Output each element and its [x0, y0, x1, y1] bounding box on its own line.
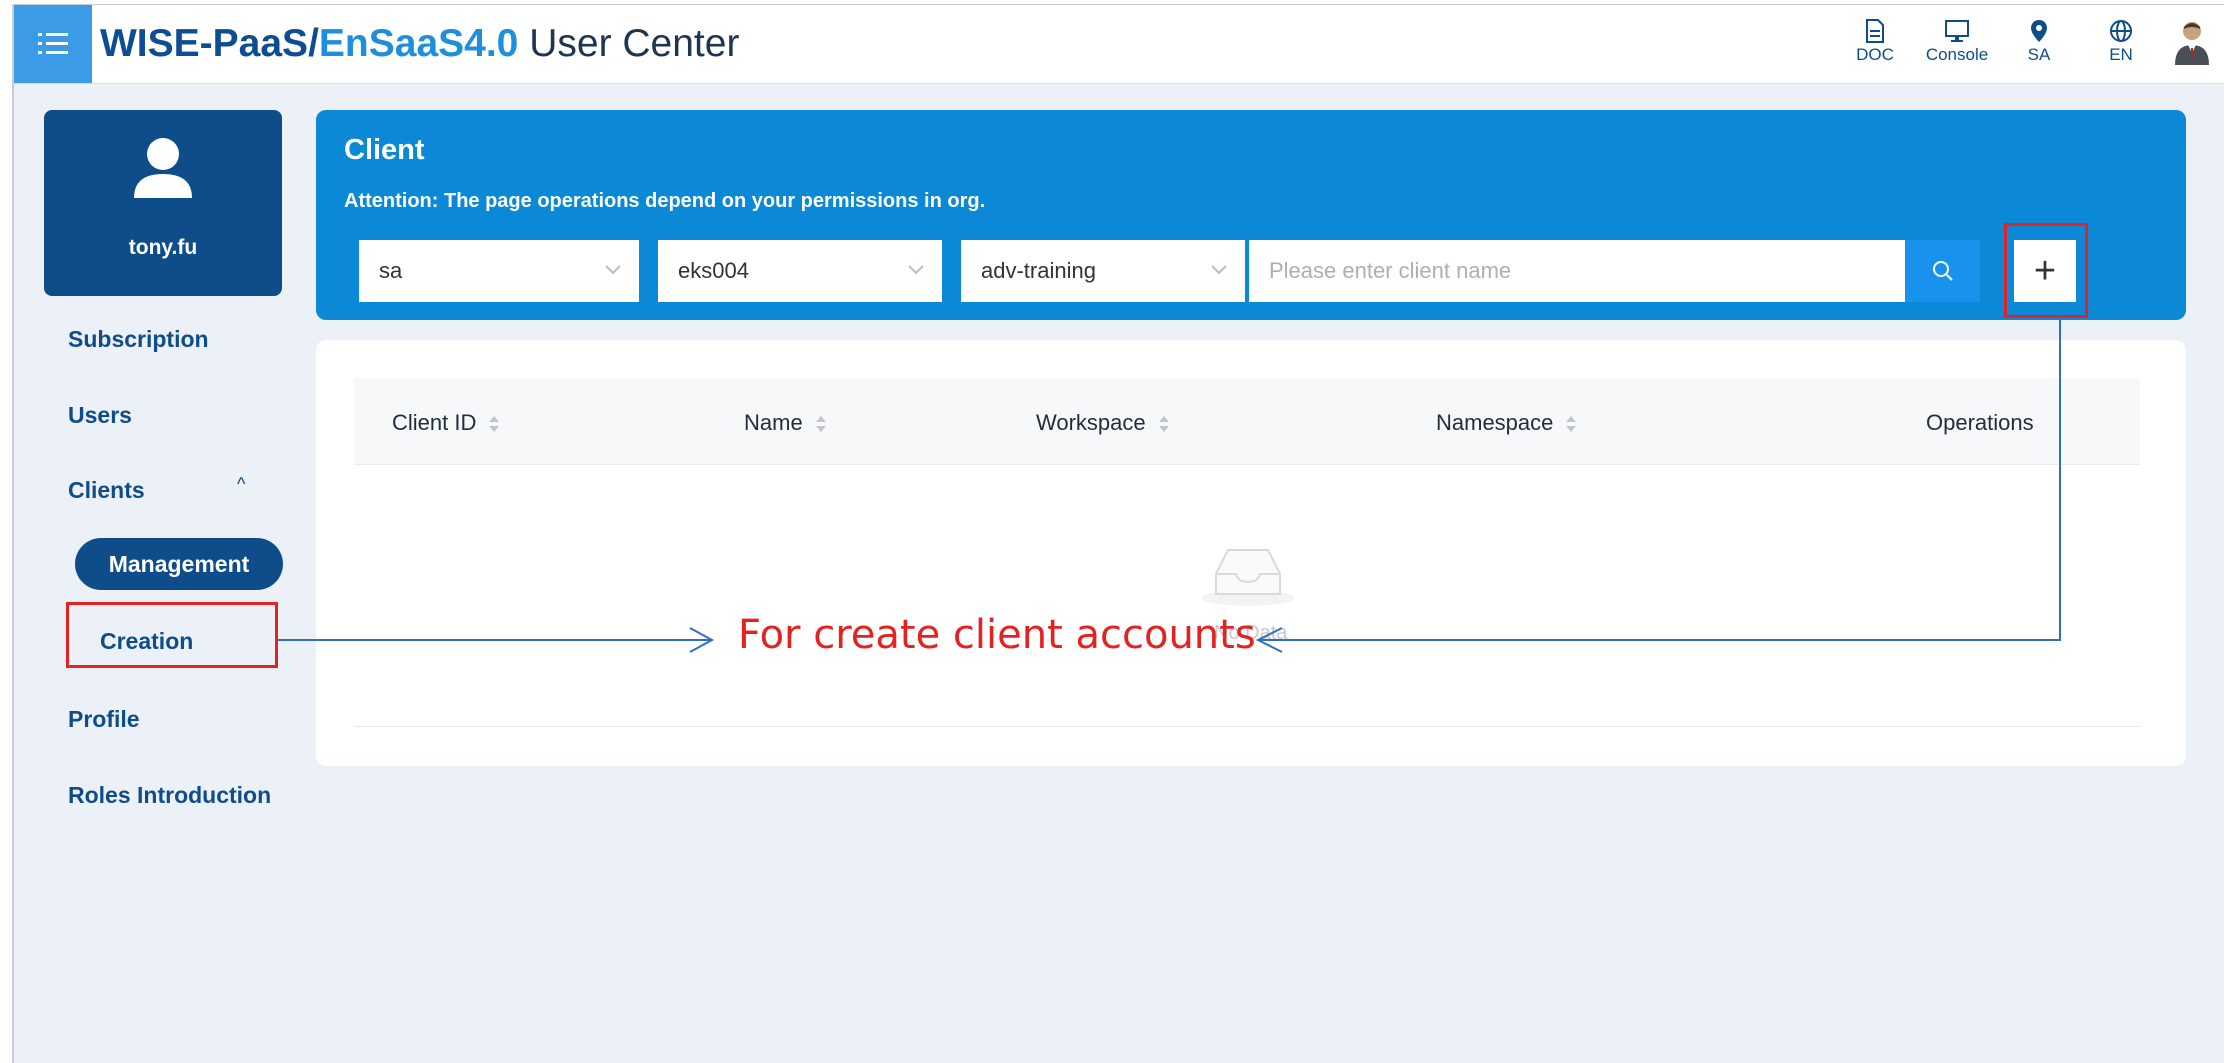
top-header: WISE-PaaS/EnSaaS4.0 User Center DOC Cons… — [14, 5, 2224, 84]
user-card: tony.fu — [44, 110, 282, 296]
sort-icon — [1566, 416, 1577, 433]
brand-user-center: User Center — [518, 22, 740, 65]
console-label: Console — [1925, 45, 1989, 64]
sidebar-item-profile[interactable]: Profile — [68, 706, 140, 733]
page-title: Client — [344, 134, 425, 166]
sort-icon — [815, 416, 826, 433]
column-client-id[interactable]: Client ID — [392, 410, 500, 436]
sidebar-item-roles-introduction[interactable]: Roles Introduction — [68, 782, 271, 809]
cluster-select[interactable]: eks004 — [658, 240, 942, 302]
chevron-down-icon — [1211, 265, 1227, 275]
doc-button[interactable]: DOC — [1840, 19, 1910, 65]
column-namespace[interactable]: Namespace — [1436, 410, 1577, 436]
empty-inbox-icon — [1202, 549, 1294, 606]
client-search-input[interactable] — [1249, 240, 1905, 302]
highlight-box-creation — [66, 602, 278, 668]
sidebar-subitem-management[interactable]: Management — [75, 538, 283, 590]
monitor-icon — [1945, 20, 1969, 42]
search-button[interactable] — [1905, 240, 1980, 302]
org-select[interactable]: sa — [359, 240, 639, 302]
globe-icon — [2110, 20, 2132, 42]
column-workspace[interactable]: Workspace — [1036, 410, 1170, 436]
sort-icon — [489, 416, 500, 433]
sidebar-item-subscription[interactable]: Subscription — [68, 326, 209, 353]
user-icon — [134, 138, 192, 198]
org-select-value: sa — [379, 258, 403, 283]
document-icon — [1866, 19, 1884, 43]
username: tony.fu — [128, 236, 198, 259]
sa-button[interactable]: SA — [2004, 19, 2074, 65]
language-label: EN — [2109, 45, 2133, 64]
table-bottom-border — [354, 726, 2140, 727]
chevron-up-icon[interactable]: ^ — [237, 474, 245, 495]
user-avatar[interactable] — [2172, 19, 2212, 72]
table-header — [354, 378, 2140, 465]
doc-label: DOC — [1856, 45, 1894, 64]
highlight-box-add — [2004, 223, 2088, 318]
menu-list-icon — [38, 33, 68, 54]
column-client-id-label: Client ID — [392, 410, 477, 435]
chevron-down-icon — [605, 265, 621, 275]
column-workspace-label: Workspace — [1036, 410, 1146, 435]
brand-ensaas: EnSaaS4.0 — [318, 22, 519, 65]
attention-text: Attention: The page operations depend on… — [344, 190, 986, 212]
cluster-select-value: eks004 — [678, 258, 749, 283]
column-name-label: Name — [744, 410, 803, 435]
sidebar-item-users[interactable]: Users — [68, 402, 132, 429]
workspace-select-value: adv-training — [981, 258, 1096, 283]
sort-icon — [1158, 416, 1169, 433]
chevron-down-icon — [908, 265, 924, 275]
language-button[interactable]: EN — [2086, 19, 2156, 65]
column-name[interactable]: Name — [744, 410, 827, 436]
sa-label: SA — [2027, 45, 2051, 64]
workspace-select[interactable]: adv-training — [961, 240, 1245, 302]
app-title: WISE-PaaS/EnSaaS4.0 User Center — [100, 19, 739, 69]
location-pin-icon — [2031, 20, 2047, 42]
menu-button[interactable] — [14, 5, 92, 83]
search-icon — [1932, 261, 1953, 281]
column-operations: Operations — [1926, 410, 2034, 435]
user-avatar-icon — [2175, 22, 2209, 65]
annotation-text: For create client accounts — [738, 612, 1256, 658]
console-button[interactable]: Console — [1922, 19, 1992, 65]
sidebar-item-clients[interactable]: Clients — [68, 477, 145, 504]
column-namespace-label: Namespace — [1436, 410, 1554, 435]
brand-wise-paas: WISE-PaaS/ — [100, 22, 319, 65]
